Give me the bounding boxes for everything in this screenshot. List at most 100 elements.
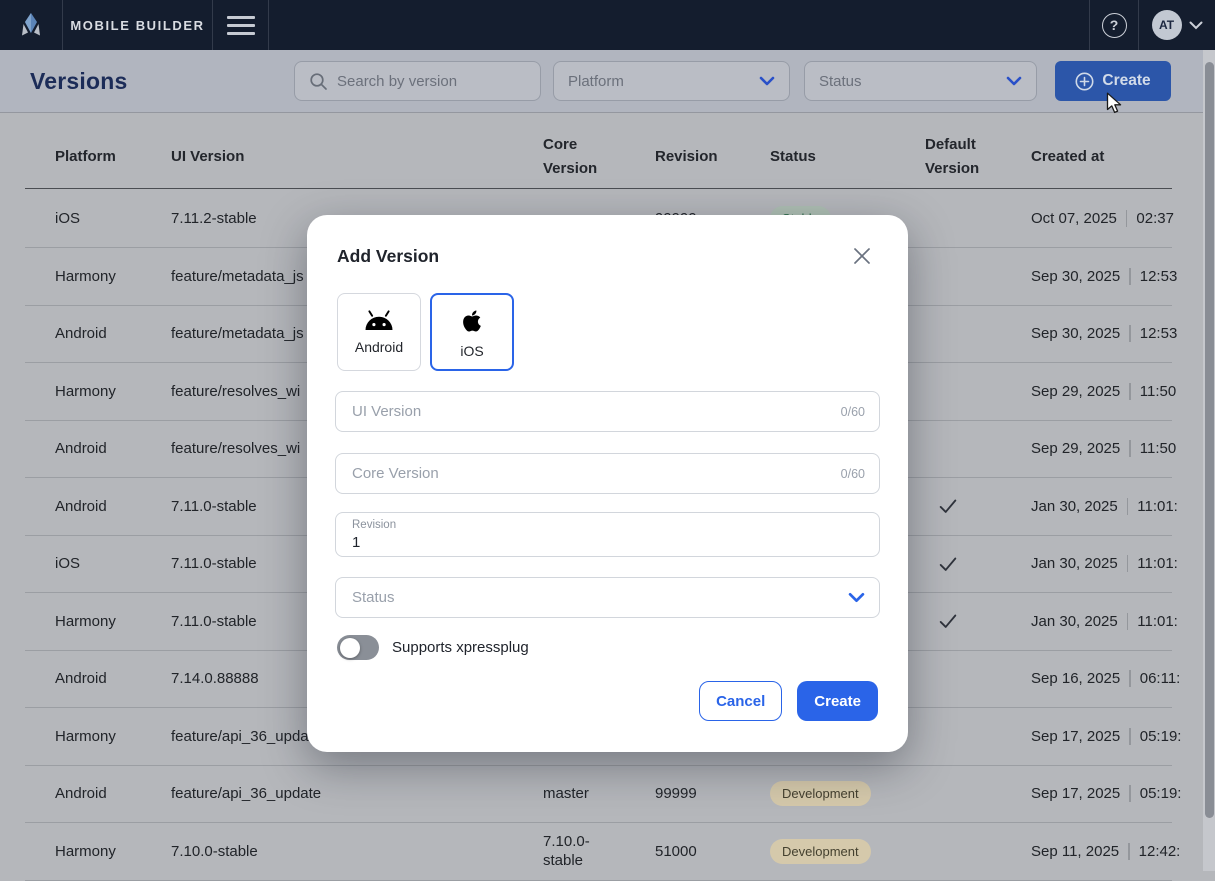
cell-ui-version-text: feature/resolves_wi xyxy=(171,440,300,457)
cell-platform: Android xyxy=(55,785,171,802)
cell-platform: Harmony xyxy=(55,728,171,745)
scrollbar-thumb[interactable] xyxy=(1205,62,1214,818)
created-date: Sep 16, 2025 xyxy=(1031,670,1120,687)
revision-field-label: Revision xyxy=(352,519,396,531)
cell-platform: Android xyxy=(55,670,171,687)
cell-platform: Android xyxy=(55,498,171,515)
cell-revision-text: 99999 xyxy=(655,785,697,802)
cell-created-at: Sep 17, 202505:19: xyxy=(1031,728,1181,745)
created-time: 12:42: xyxy=(1139,843,1181,860)
revision-field[interactable]: Revision 1 xyxy=(335,512,880,557)
cell-ui-version-text: 7.11.0-stable xyxy=(171,555,257,572)
platform-tile-android[interactable]: Android xyxy=(337,293,421,371)
created-time: 12:53 xyxy=(1140,268,1178,285)
cell-platform: iOS xyxy=(55,555,171,572)
cell-revision-text: 51000 xyxy=(655,843,697,860)
cell-created-at: Sep 11, 202512:42: xyxy=(1031,843,1180,860)
date-time-divider xyxy=(1128,843,1130,860)
scrollbar-track[interactable] xyxy=(1203,50,1215,871)
cancel-button[interactable]: Cancel xyxy=(699,681,782,721)
table-row[interactable]: Harmony7.10.0-stable7.10.0-stable51000De… xyxy=(25,823,1172,881)
cell-default-version xyxy=(925,553,1031,575)
search-input[interactable] xyxy=(337,73,507,90)
column-header-created-at: Created at xyxy=(1031,148,1172,165)
created-time: 11:01: xyxy=(1137,498,1178,515)
status-select[interactable]: Status xyxy=(335,577,880,618)
cell-platform: Harmony xyxy=(55,613,171,630)
modal-title: Add Version xyxy=(337,246,439,267)
created-time: 05:19: xyxy=(1140,785,1182,802)
cell-status: Development xyxy=(770,839,925,864)
date-time-divider xyxy=(1127,613,1129,630)
ui-version-field[interactable]: 0/60 xyxy=(335,391,880,432)
cell-ui-version-text: feature/metadata_js xyxy=(171,268,304,285)
cell-ui-version-text: 7.11.0-stable xyxy=(171,498,257,515)
core-version-input[interactable] xyxy=(352,465,833,482)
cell-core-version: master xyxy=(543,784,615,804)
xpressplug-toggle-row: Supports xpressplug xyxy=(337,635,529,660)
cell-platform: Harmony xyxy=(55,268,171,285)
cell-default-version xyxy=(925,495,1031,517)
revision-field-value: 1 xyxy=(352,534,360,551)
created-date: Jan 30, 2025 xyxy=(1031,613,1118,630)
cell-platform-text: Android xyxy=(55,440,107,457)
cell-platform: Harmony xyxy=(55,843,171,860)
help-button[interactable]: ? xyxy=(1089,0,1139,50)
modal-create-button[interactable]: Create xyxy=(797,681,878,721)
date-time-divider xyxy=(1129,325,1131,342)
gem-logo-icon xyxy=(16,10,46,40)
platform-tile-ios[interactable]: iOS xyxy=(430,293,514,371)
core-version-field[interactable]: 0/60 xyxy=(335,453,880,494)
search-field[interactable] xyxy=(294,61,541,101)
apple-icon xyxy=(458,306,486,336)
ui-version-input[interactable] xyxy=(352,403,833,420)
core-version-counter: 0/60 xyxy=(841,467,865,481)
cell-platform: Harmony xyxy=(55,383,171,400)
cell-ui-version-text: 7.11.2-stable xyxy=(171,210,257,227)
table-row[interactable]: Androidfeature/api_36_update master 99999 D… xyxy=(25,766,1172,824)
modal-actions: Cancel Create xyxy=(699,681,878,721)
created-time: 11:01: xyxy=(1137,555,1178,572)
date-time-divider xyxy=(1129,383,1131,400)
created-date: Jan 30, 2025 xyxy=(1031,555,1118,572)
search-icon xyxy=(309,72,328,91)
created-time: 11:01: xyxy=(1137,613,1178,630)
cell-platform-text: Android xyxy=(55,670,107,687)
close-icon[interactable] xyxy=(852,246,872,266)
filter-bar: Versions Platform Status Create xyxy=(0,50,1215,113)
status-badge: Development xyxy=(770,839,871,864)
create-button[interactable]: Create xyxy=(1055,61,1171,101)
menu-button[interactable] xyxy=(213,0,269,50)
cell-core-version-text: master xyxy=(543,785,589,802)
cell-ui-version-text: feature/api_36_update xyxy=(171,785,321,802)
created-date: Jan 30, 2025 xyxy=(1031,498,1118,515)
app-logo[interactable] xyxy=(0,0,63,50)
platform-filter-select[interactable]: Platform xyxy=(553,61,790,101)
cell-ui-version-text: feature/resolves_wi xyxy=(171,383,300,400)
cell-created-at: Sep 17, 2025 05:19: xyxy=(1031,785,1181,802)
cell-platform-text: Harmony xyxy=(55,268,116,285)
help-icon: ? xyxy=(1102,13,1127,38)
cell-created-at: Jan 30, 2025 11:01: xyxy=(1031,613,1178,630)
toggle-knob xyxy=(340,638,360,658)
chevron-down-icon xyxy=(1189,21,1203,30)
cell-platform: Android xyxy=(55,440,171,457)
created-time: 11:50 xyxy=(1140,440,1176,457)
created-date: Sep 17, 2025 xyxy=(1031,785,1120,802)
column-header-revision: Revision xyxy=(655,148,770,165)
created-time: 06:11: xyxy=(1140,670,1181,687)
xpressplug-toggle[interactable] xyxy=(337,635,379,660)
date-time-divider xyxy=(1129,785,1131,802)
status-filter-select[interactable]: Status xyxy=(804,61,1037,101)
page-title: Versions xyxy=(30,50,128,112)
date-time-divider xyxy=(1127,555,1129,572)
cell-ui-version-text: 7.11.0-stable xyxy=(171,613,257,630)
hamburger-icon xyxy=(227,16,255,35)
created-date: Sep 29, 2025 xyxy=(1031,440,1120,457)
user-menu[interactable]: AT xyxy=(1139,0,1215,50)
status-badge: Development xyxy=(770,781,871,806)
cell-ui-version-text: feature/api_36_upda xyxy=(171,728,309,745)
cell-platform: Android xyxy=(55,325,171,342)
cell-platform-text: Android xyxy=(55,325,107,342)
cell-created-at: Sep 16, 2025 06:11: xyxy=(1031,670,1180,687)
